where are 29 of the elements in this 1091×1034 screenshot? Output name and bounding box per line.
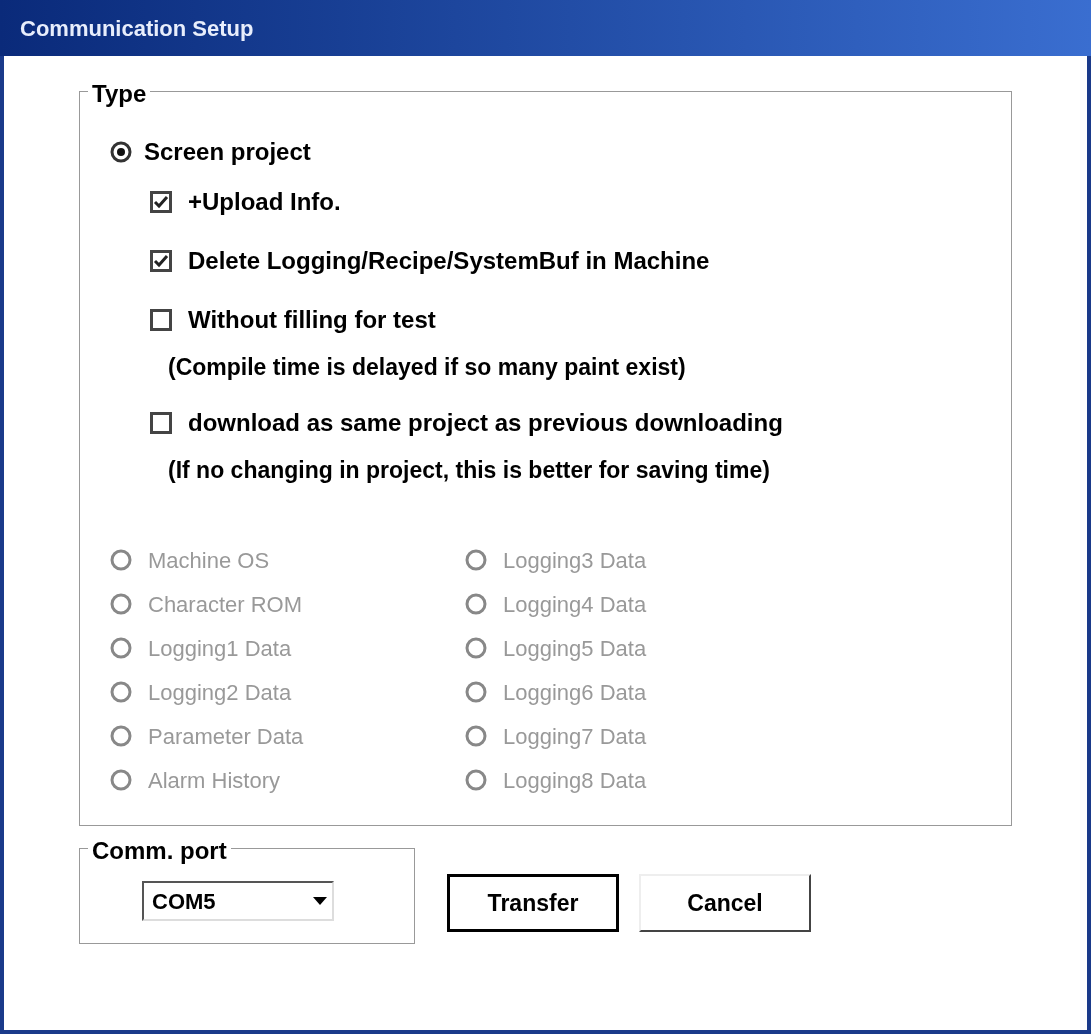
option-label: Logging6 Data bbox=[503, 678, 647, 707]
option-label: Logging2 Data bbox=[148, 678, 292, 707]
radio-button[interactable] bbox=[110, 141, 132, 163]
option-label: Logging8 Data bbox=[503, 766, 647, 795]
option-label: Screen project bbox=[144, 137, 311, 167]
option-label: Logging3 Data bbox=[503, 546, 647, 575]
option-label: Logging5 Data bbox=[503, 634, 647, 663]
option-label: Logging4 Data bbox=[503, 590, 647, 619]
port-dropdown[interactable]: COM5 bbox=[142, 881, 334, 921]
option-label: Alarm History bbox=[148, 766, 280, 795]
option-note: (If no changing in project, this is better for saving time) bbox=[168, 455, 770, 485]
dropdown-arrow-icon bbox=[312, 896, 328, 906]
dialog-button[interactable]: Transfer bbox=[447, 874, 619, 932]
window-title: Communication Setup bbox=[20, 14, 254, 43]
checkbox[interactable] bbox=[150, 190, 172, 213]
option-label: Logging1 Data bbox=[148, 634, 292, 663]
option-label: Without filling for test bbox=[188, 304, 436, 335]
option-label: Parameter Data bbox=[148, 722, 304, 751]
checkbox[interactable] bbox=[150, 308, 172, 331]
option-note: (Compile time is delayed if so many paint exist) bbox=[168, 352, 686, 382]
option-label: Character ROM bbox=[148, 590, 303, 619]
option-label: download as same project as previous downloading bbox=[188, 407, 783, 438]
option-label: Delete Logging/Recipe/SystemBuf in Machine bbox=[188, 245, 710, 276]
option-label: Machine OS bbox=[148, 546, 270, 575]
checkbox[interactable] bbox=[150, 249, 172, 272]
dialog-button[interactable]: Cancel bbox=[639, 874, 811, 932]
checkbox[interactable] bbox=[150, 411, 172, 434]
option-label: Logging7 Data bbox=[503, 722, 647, 751]
option-label: +Upload Info. bbox=[188, 186, 341, 217]
